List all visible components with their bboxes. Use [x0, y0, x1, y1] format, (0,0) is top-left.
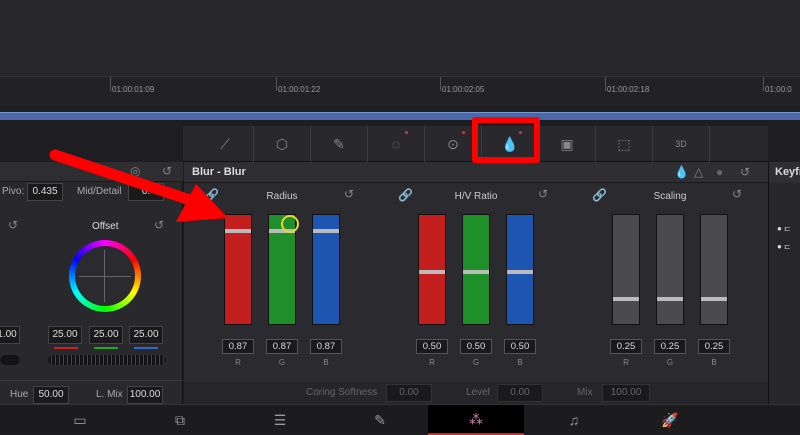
red-arrow-annotation: [49, 149, 299, 233]
arrow-shaft: [49, 149, 196, 206]
cursor-highlight: [281, 215, 299, 233]
